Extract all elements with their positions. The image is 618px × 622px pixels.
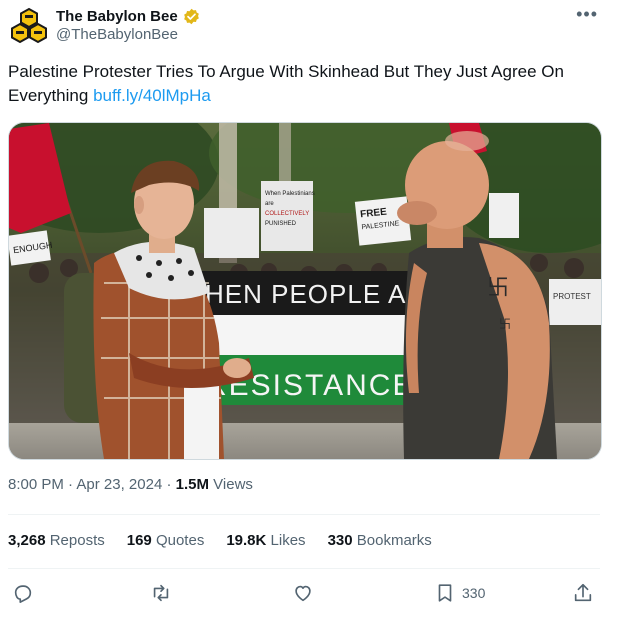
svg-text:When Palestinians: When Palestinians	[265, 191, 315, 197]
verified-badge-icon[interactable]	[183, 8, 200, 25]
tweet-time[interactable]: 8:00 PM	[8, 476, 64, 493]
tweet-text: Palestine Protester Tries To Argue With …	[8, 60, 608, 108]
views-count: 1.5M	[175, 476, 209, 493]
reply-button[interactable]	[12, 582, 34, 604]
views-label: Views	[213, 476, 253, 493]
separator-dot: ·	[166, 476, 172, 493]
bookmark-count: 330	[462, 585, 486, 601]
share-button[interactable]	[572, 582, 594, 604]
like-button[interactable]	[292, 582, 314, 604]
svg-text:PROTEST: PROTEST	[553, 292, 591, 301]
protest-photo: ENOUGH When Palestinians are COLLECTIVEL…	[9, 123, 601, 459]
svg-text:are: are	[265, 201, 274, 207]
bookmark-button[interactable]: 330	[434, 582, 485, 604]
svg-text:卐: 卐	[499, 317, 511, 331]
bookmark-icon	[438, 584, 452, 602]
handle[interactable]: @TheBabylonBee	[56, 26, 178, 43]
bookmarks-stat[interactable]: 330 Bookmarks	[328, 532, 432, 549]
tweet-image[interactable]: ENOUGH When Palestinians are COLLECTIVEL…	[8, 122, 602, 460]
bee-logo-icon	[11, 7, 47, 44]
divider	[8, 514, 600, 515]
quotes-stat[interactable]: 169 Quotes	[127, 532, 205, 549]
avatar[interactable]	[10, 6, 48, 44]
tweet-header: The Babylon Bee @TheBabylonBee •••	[8, 4, 608, 48]
tweet-card: The Babylon Bee @TheBabylonBee ••• Pales…	[0, 0, 618, 622]
action-bar: 330	[8, 580, 600, 610]
tweet-link[interactable]: buff.ly/40lMpHa	[93, 86, 211, 105]
display-name[interactable]: The Babylon Bee	[56, 8, 178, 25]
svg-text:卐: 卐	[487, 276, 509, 301]
engagement-stats: 3,268 Reposts 169 Quotes 19.8K Likes 330…	[8, 532, 432, 549]
svg-text:COLLECTIVELY: COLLECTIVELY	[265, 211, 309, 217]
likes-stat[interactable]: 19.8K Likes	[226, 532, 305, 549]
reply-icon	[14, 585, 32, 603]
repost-icon	[153, 584, 169, 602]
svg-text:PUNISHED: PUNISHED	[265, 221, 297, 227]
reposts-stat[interactable]: 3,268 Reposts	[8, 532, 105, 549]
tweet-date[interactable]: Apr 23, 2024	[76, 476, 162, 493]
tweet-body: Palestine Protester Tries To Argue With …	[8, 62, 564, 105]
divider	[8, 568, 600, 569]
more-options-icon[interactable]: •••	[576, 4, 598, 25]
name-row: The Babylon Bee	[56, 6, 200, 26]
separator-dot: ·	[68, 476, 74, 493]
repost-button[interactable]	[150, 582, 172, 604]
share-icon	[574, 583, 592, 602]
timestamp-row: 8:00 PM · Apr 23, 2024 · 1.5M Views	[8, 476, 253, 493]
heart-icon	[295, 585, 311, 602]
